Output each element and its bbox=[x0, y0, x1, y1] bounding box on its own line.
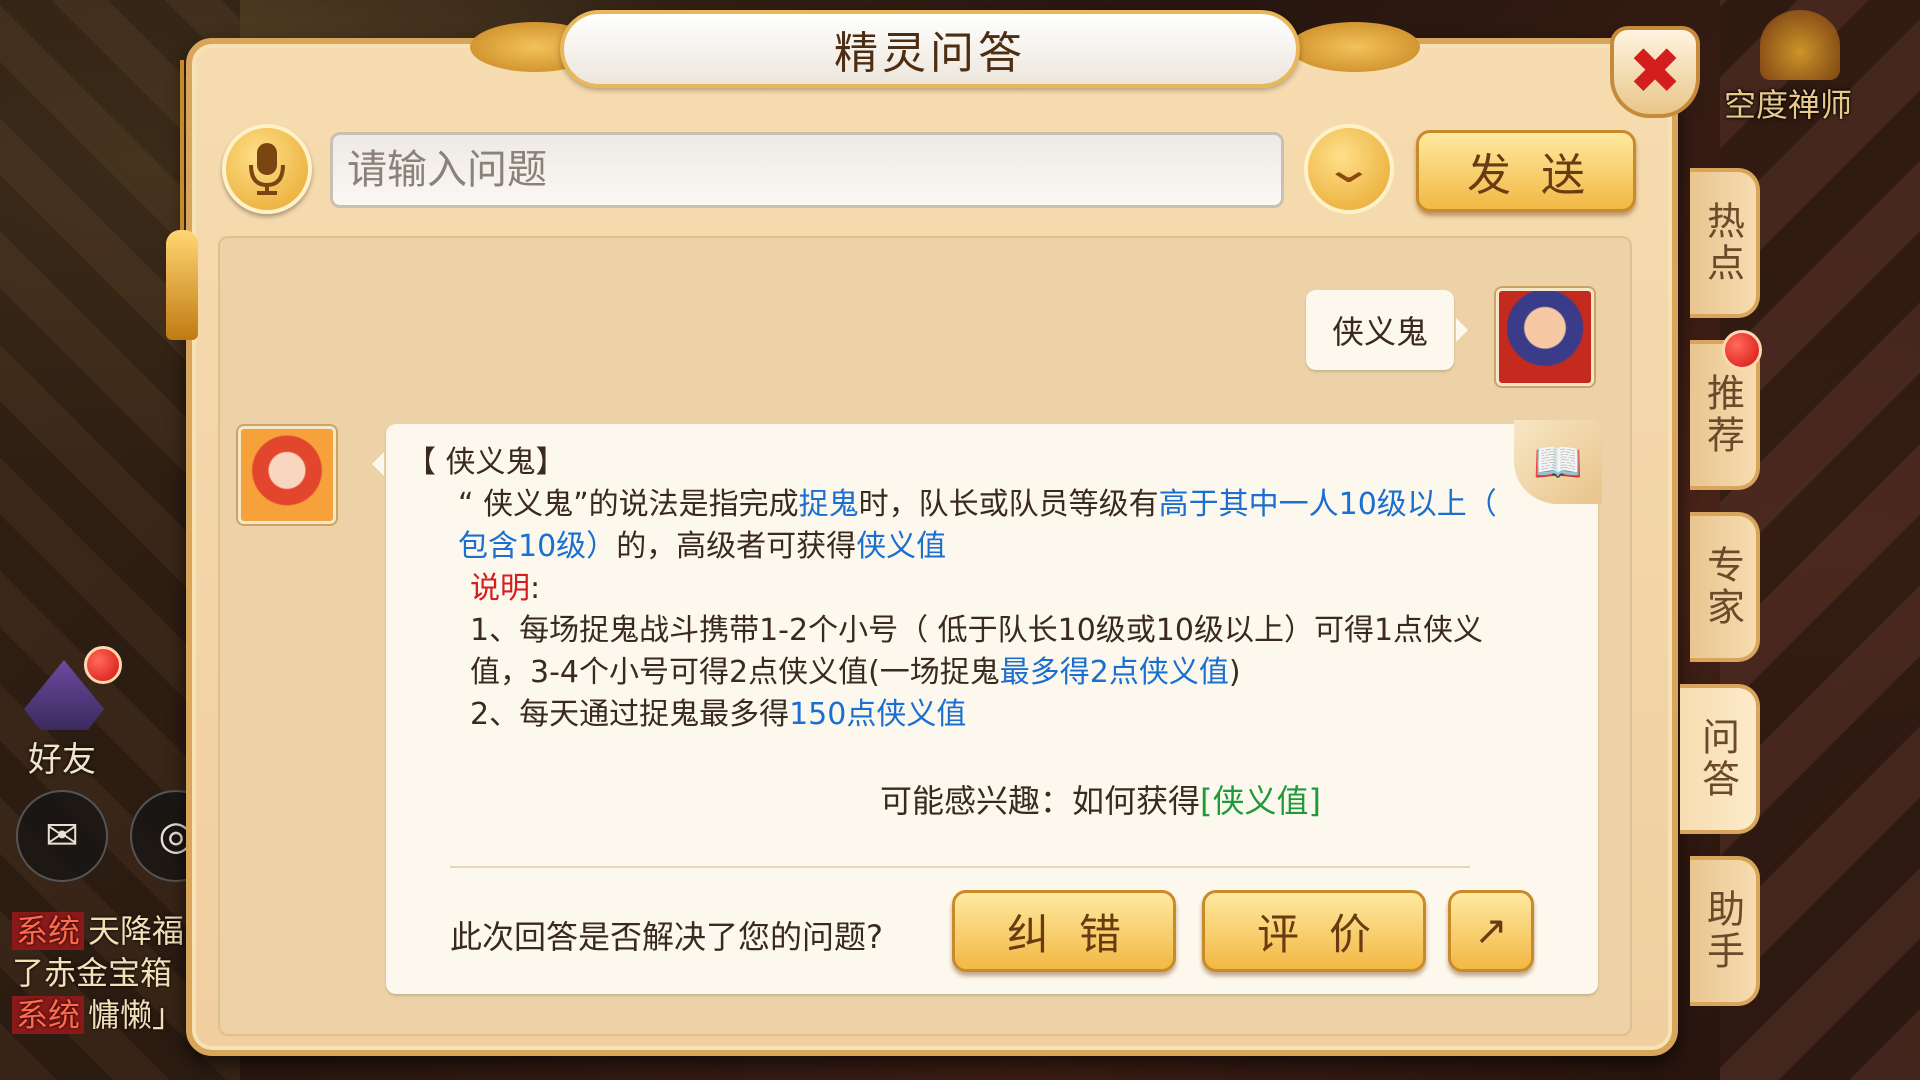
tab-assistant[interactable]: 助手 bbox=[1690, 856, 1760, 1006]
link-zhuogui[interactable]: 捉鬼 bbox=[799, 487, 859, 522]
rate-button[interactable]: 评价 bbox=[1202, 890, 1426, 972]
title-ornament-right bbox=[1290, 22, 1420, 72]
tab-hot[interactable]: 热点 bbox=[1690, 168, 1760, 318]
history-dropdown-button[interactable]: ⌄ bbox=[1304, 124, 1394, 214]
chat-line: 系统 慵懒」 bbox=[12, 990, 184, 1036]
chat-line: 系统 天降福 bbox=[12, 906, 184, 952]
question-input[interactable] bbox=[330, 132, 1284, 208]
close-button[interactable]: ✖ bbox=[1610, 26, 1700, 118]
npc-hat-icon bbox=[1760, 10, 1840, 80]
tassel-decoration bbox=[162, 60, 202, 340]
feedback-question: 此次回答是否解决了您的问题? bbox=[450, 918, 883, 956]
friend-label: 好友 bbox=[28, 740, 96, 780]
note-item-1: 1、每场捉鬼战斗携带1-2个小号（ 低于队长10级或10级以上）可得1点侠义值，… bbox=[470, 613, 1484, 690]
answer-text: 【 侠义鬼】 “ 侠义鬼”的说法是指完成捉鬼时，队长或队员等级有高于其中一人10… bbox=[406, 442, 1536, 736]
voice-input-button[interactable] bbox=[222, 124, 312, 214]
answer-heading: 【 侠义鬼】 bbox=[406, 445, 566, 480]
related-question: 可能感兴趣：如何获得[侠义值] bbox=[880, 782, 1321, 820]
user-avatar bbox=[1496, 288, 1594, 386]
notification-dot-icon bbox=[1722, 330, 1762, 370]
divider bbox=[450, 866, 1470, 868]
share-button[interactable]: ↗ bbox=[1448, 890, 1534, 972]
notification-dot-icon bbox=[84, 646, 122, 684]
close-icon: ✖ bbox=[1628, 35, 1682, 109]
link-150-points[interactable]: 150点侠义值 bbox=[789, 697, 966, 732]
send-button[interactable]: 发送 bbox=[1416, 130, 1636, 212]
dialog-title: 精灵问答 bbox=[560, 10, 1300, 88]
tab-expert[interactable]: 专家 bbox=[1690, 512, 1760, 662]
link-xiayizhi[interactable]: 侠义值 bbox=[856, 529, 946, 564]
share-icon: ↗ bbox=[1474, 908, 1508, 954]
microphone-icon bbox=[249, 143, 285, 195]
spirit-avatar bbox=[238, 426, 336, 524]
npc-name: 空度禅师 bbox=[1724, 86, 1853, 124]
chevron-down-icon: ⌄ bbox=[1322, 146, 1376, 192]
answer-card: 📖 【 侠义鬼】 “ 侠义鬼”的说法是指完成捉鬼时，队长或队员等级有高于其中一人… bbox=[372, 420, 1602, 994]
correct-error-button[interactable]: 纠错 bbox=[952, 890, 1176, 972]
chat-line: 了赤金宝箱 bbox=[12, 954, 173, 992]
user-message-bubble: 侠义鬼 bbox=[1306, 290, 1468, 370]
tab-qa[interactable]: 问答 bbox=[1680, 684, 1760, 834]
note-item-2: 2、每天通过捉鬼最多得150点侠义值 bbox=[470, 697, 967, 732]
link-max-2-points[interactable]: 最多得2点侠义值 bbox=[1000, 655, 1229, 690]
related-link[interactable]: [侠义值] bbox=[1200, 782, 1321, 820]
chat-bubble-icon[interactable]: ✉ bbox=[16, 790, 108, 882]
note-heading: 说明: bbox=[470, 571, 541, 606]
answer-paragraph: “ 侠义鬼”的说法是指完成捉鬼时，队长或队员等级有高于其中一人10级以上（ 包含… bbox=[458, 487, 1497, 564]
